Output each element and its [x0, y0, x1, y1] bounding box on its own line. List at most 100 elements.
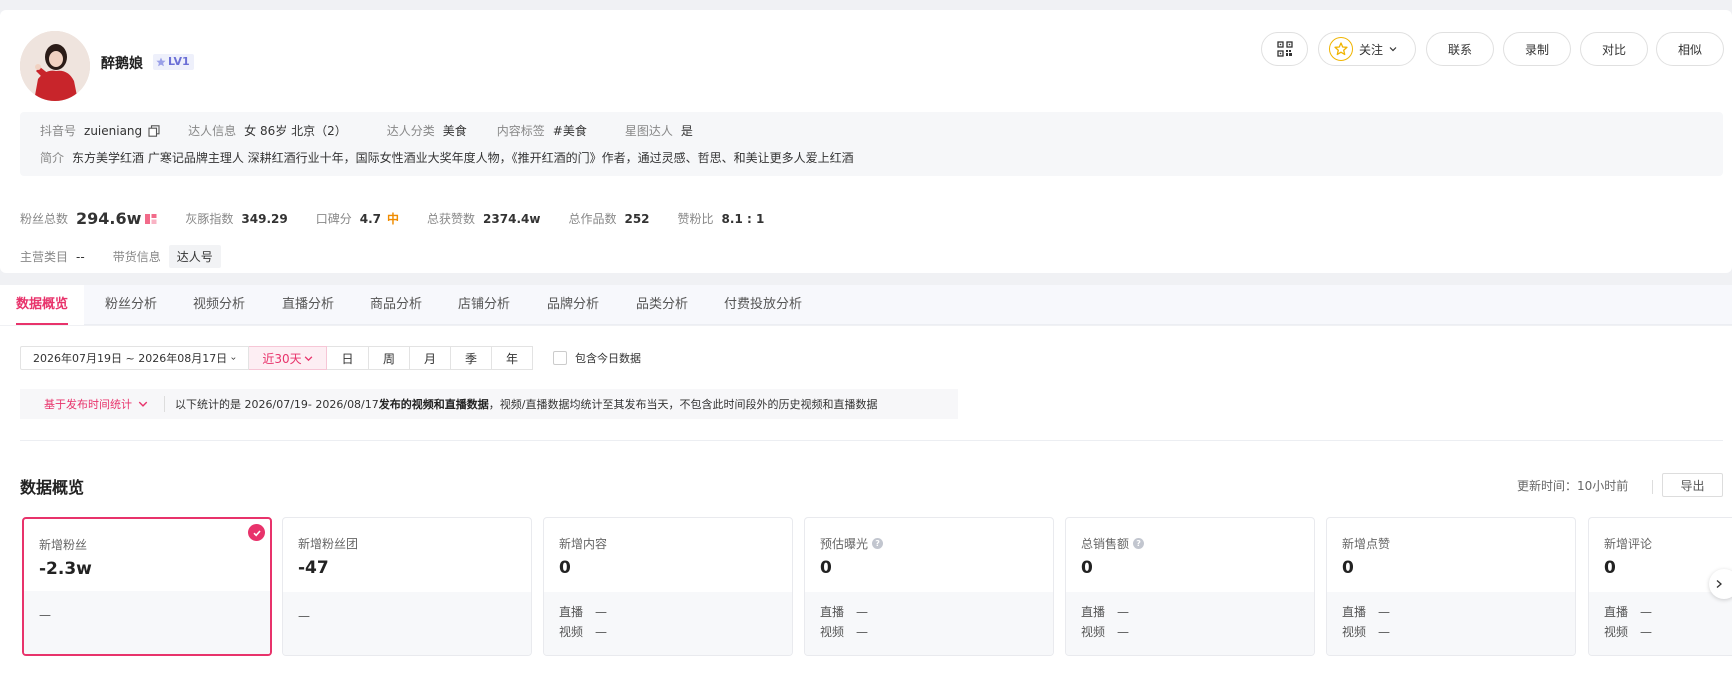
- tab-shop[interactable]: 店铺分析: [458, 285, 510, 325]
- similar-button[interactable]: 相似: [1656, 32, 1724, 66]
- reputation-value: 4.7: [359, 211, 382, 226]
- metric-card-new-content[interactable]: 新增内容 0 直播 — 视频 —: [543, 517, 793, 656]
- metric-sub: 直播 — 视频 —: [1327, 592, 1575, 655]
- level-badge: LV1: [153, 54, 194, 70]
- metric-card-new-likes[interactable]: 新增点赞 0 直播 — 视频 —: [1326, 517, 1576, 656]
- tab-video[interactable]: 视频分析: [193, 285, 245, 325]
- category-label: 达人分类: [386, 124, 435, 138]
- help-icon[interactable]: ?: [872, 538, 884, 549]
- gray-index-stat: 灰豚指数 349.29: [185, 210, 287, 227]
- stats-row: 粉丝总数 294.6w 灰豚指数 349.29 口碑分 4.7 中 总获赞数 2…: [20, 209, 792, 228]
- metric-sub: 直播 — 视频 —: [1589, 592, 1732, 655]
- video-label: 视频: [1081, 625, 1106, 639]
- main-category-label: 主营类目: [20, 250, 69, 264]
- period-month[interactable]: 月: [410, 346, 451, 370]
- works-label: 总作品数: [568, 212, 617, 226]
- live-value: —: [1640, 605, 1653, 619]
- stat-basis-select[interactable]: 基于发布时间统计: [20, 396, 165, 412]
- avatar[interactable]: [20, 31, 90, 101]
- metric-card-est-exposure[interactable]: 预估曝光 ? 0 直播 — 视频 —: [804, 517, 1054, 656]
- metric-sub-value: —: [39, 608, 51, 622]
- metric-sub: —: [283, 592, 531, 655]
- video-label: 视频: [559, 625, 584, 639]
- tab-paid-ads[interactable]: 付费投放分析: [724, 285, 802, 325]
- contact-button[interactable]: 联系: [1426, 32, 1494, 66]
- period-week[interactable]: 周: [369, 346, 410, 370]
- section-title: 数据概览: [20, 478, 85, 497]
- goods-info-label: 带货信息: [112, 250, 161, 264]
- metric-label: 新增点赞: [1342, 537, 1391, 551]
- likes-label: 总获赞数: [427, 212, 476, 226]
- tab-fans[interactable]: 粉丝分析: [105, 285, 157, 325]
- metric-card-total-sales[interactable]: 总销售额 ? 0 直播 — 视频 —: [1065, 517, 1315, 656]
- ratio-label: 赞粉比: [677, 212, 714, 226]
- stat-basis-label: 基于发布时间统计: [44, 398, 132, 411]
- live-label: 直播: [1604, 605, 1629, 619]
- metric-value: 0: [559, 558, 571, 578]
- compare-button[interactable]: 对比: [1580, 32, 1648, 66]
- reputation-label: 口碑分: [315, 212, 352, 226]
- period-year[interactable]: 年: [492, 346, 533, 370]
- export-button[interactable]: 导出: [1662, 473, 1723, 497]
- tab-overview[interactable]: 数据概览: [0, 285, 85, 325]
- intro-text: 东方美学红酒 广寒记品牌主理人 深耕红酒行业十年，国际女性酒业大奖年度人物，《推…: [72, 151, 854, 165]
- metric-value: -47: [298, 558, 329, 578]
- content-tag-label: 内容标签: [496, 124, 545, 138]
- metric-sub-value: —: [298, 609, 310, 623]
- analysis-tabs: 数据概览 粉丝分析 视频分析 直播分析 商品分析 店铺分析 品牌分析 品类分析 …: [0, 285, 1732, 325]
- live-label: 直播: [559, 605, 584, 619]
- metric-card-new-fan-group[interactable]: 新增粉丝团 -47 —: [282, 517, 532, 656]
- fans-value: 294.6w: [76, 209, 142, 228]
- notice-prefix: 以下统计的是 2026/07/19- 2026/08/17: [175, 398, 379, 411]
- metric-value: 0: [1342, 558, 1354, 578]
- record-button[interactable]: 录制: [1503, 32, 1571, 66]
- follow-button[interactable]: 关注: [1318, 32, 1416, 66]
- chevron-down-icon: [138, 401, 148, 407]
- profile-card: 醉鹅娘 LV1 关注 联系 录制 对比 相似 抖音号 zuieniang 达人信…: [0, 10, 1732, 273]
- metric-value: 0: [820, 558, 832, 578]
- tab-goods[interactable]: 商品分析: [370, 285, 422, 325]
- help-icon[interactable]: ?: [1133, 538, 1145, 549]
- carousel-next-button[interactable]: [1709, 569, 1732, 599]
- tab-category[interactable]: 品类分析: [636, 285, 688, 325]
- reputation-stat: 口碑分 4.7 中: [316, 210, 399, 227]
- metric-card-new-fans[interactable]: 新增粉丝 -2.3w —: [22, 517, 272, 656]
- follow-label: 关注: [1358, 42, 1383, 57]
- works-value: 252: [624, 211, 650, 226]
- metric-sub: 直播 — 视频 —: [805, 592, 1053, 655]
- douyin-id: zuieniang: [84, 123, 143, 138]
- intro-label: 简介: [40, 151, 65, 165]
- star-talent-value: 是: [680, 124, 693, 138]
- fans-chart-icon[interactable]: [145, 213, 157, 225]
- include-today-checkbox[interactable]: [553, 351, 567, 365]
- live-value: —: [1117, 605, 1130, 619]
- info-row-intro: 简介 东方美学红酒 广寒记品牌主理人 深耕红酒行业十年，国际女性酒业大奖年度人物…: [40, 149, 854, 166]
- avatar-image: [20, 31, 90, 101]
- talent-info-label: 达人信息: [188, 124, 237, 138]
- chevron-down-icon: [231, 356, 236, 360]
- main-category-value: --: [76, 249, 85, 264]
- metric-sub: 直播 — 视频 —: [1066, 592, 1314, 655]
- copy-icon[interactable]: [148, 124, 160, 137]
- tab-live[interactable]: 直播分析: [282, 285, 334, 325]
- update-time: 更新时间：10小时前: [1517, 479, 1629, 493]
- content-tag-value[interactable]: #美食: [553, 122, 587, 139]
- live-label: 直播: [1342, 605, 1367, 619]
- chevron-down-icon: [304, 355, 312, 361]
- include-today-option[interactable]: 包含今日数据: [553, 350, 641, 366]
- date-range-picker[interactable]: 2026年07月19日 ~ 2026年08月17日: [20, 346, 249, 370]
- metric-sub: —: [24, 591, 270, 654]
- qrcode-button[interactable]: [1261, 32, 1308, 66]
- period-day[interactable]: 日: [327, 346, 369, 370]
- stat-notice: 基于发布时间统计 以下统计的是 2026/07/19- 2026/08/17 发…: [20, 389, 958, 419]
- period-30-days[interactable]: 近30天: [249, 346, 327, 370]
- tab-brand[interactable]: 品牌分析: [547, 285, 599, 325]
- level-text: LV1: [168, 55, 190, 68]
- chevron-down-icon: [1389, 47, 1397, 52]
- period-quarter[interactable]: 季: [451, 346, 492, 370]
- reputation-grade: 中: [387, 212, 400, 226]
- metric-label: 新增粉丝: [39, 538, 88, 552]
- likes-stat: 总获赞数 2374.4w: [427, 210, 540, 227]
- info-box: 抖音号 zuieniang 达人信息 女 86岁 北京（2） 达人分类 美食 内…: [20, 112, 1723, 176]
- works-stat: 总作品数 252: [568, 210, 649, 227]
